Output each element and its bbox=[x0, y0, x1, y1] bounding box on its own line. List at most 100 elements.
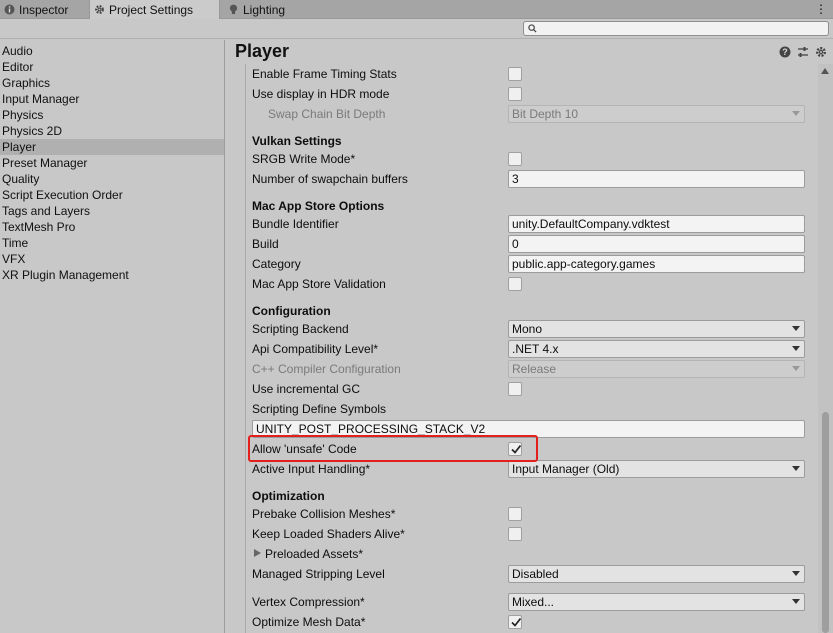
tab-lighting[interactable]: Lighting bbox=[224, 0, 296, 19]
checkmark-icon bbox=[511, 617, 522, 627]
setting-label: Optimize Mesh Data* bbox=[252, 615, 366, 629]
cpp-config-dropdown: Release bbox=[508, 360, 805, 378]
input-handling-row: Active Input Handling* Input Manager (Ol… bbox=[246, 459, 818, 479]
nav-item-physics-2d[interactable]: Physics 2D bbox=[0, 123, 224, 139]
optimize-mesh-checkbox[interactable] bbox=[508, 615, 522, 629]
setting-label: Swap Chain Bit Depth bbox=[268, 107, 386, 121]
scrollbar-thumb[interactable] bbox=[822, 412, 829, 633]
nav-item-tags-and-layers[interactable]: Tags and Layers bbox=[0, 203, 224, 219]
input-handling-dropdown[interactable]: Input Manager (Old) bbox=[508, 460, 805, 478]
settings-category-list: Audio Editor Graphics Input Manager Phys… bbox=[0, 40, 225, 633]
nav-item-script-execution-order[interactable]: Script Execution Order bbox=[0, 187, 224, 203]
setting-label: Active Input Handling* bbox=[252, 462, 371, 476]
scroll-up-arrow-icon[interactable] bbox=[821, 68, 829, 74]
dropdown-value: Input Manager (Old) bbox=[512, 462, 620, 476]
light-bulb-icon bbox=[229, 4, 238, 14]
chevron-down-icon bbox=[792, 346, 800, 351]
tab-bar: Inspector Project Settings Lighting ⋮ bbox=[0, 0, 833, 19]
mac-app-store-heading: Mac App Store Options bbox=[252, 199, 385, 213]
tab-inspector[interactable]: Inspector bbox=[0, 0, 88, 19]
dropdown-value: Bit Depth 10 bbox=[512, 107, 579, 121]
nav-item-xr-plugin-management[interactable]: XR Plugin Management bbox=[0, 267, 224, 283]
keep-shaders-row: Keep Loaded Shaders Alive* bbox=[246, 524, 818, 544]
srgb-write-checkbox[interactable] bbox=[508, 152, 522, 166]
stripping-level-dropdown[interactable]: Disabled bbox=[508, 565, 805, 583]
help-icon[interactable]: ? bbox=[779, 46, 791, 58]
search-input[interactable] bbox=[540, 22, 824, 35]
incremental-gc-row: Use incremental GC bbox=[246, 379, 818, 399]
tab-label: Project Settings bbox=[109, 2, 194, 17]
nav-item-audio[interactable]: Audio bbox=[0, 43, 224, 59]
nav-item-vfx[interactable]: VFX bbox=[0, 251, 224, 267]
cpp-config-row: C++ Compiler Configuration Release bbox=[246, 359, 818, 379]
use-hdr-checkbox[interactable] bbox=[508, 87, 522, 101]
more-options-icon[interactable]: ⋮ bbox=[815, 2, 827, 16]
swapchain-buffers-field[interactable]: 3 bbox=[508, 170, 805, 188]
define-symbols-label-row: Scripting Define Symbols bbox=[246, 399, 818, 419]
scripting-backend-row: Scripting Backend Mono bbox=[246, 319, 818, 339]
nav-item-textmesh-pro[interactable]: TextMesh Pro bbox=[0, 219, 224, 235]
nav-item-preset-manager[interactable]: Preset Manager bbox=[0, 155, 224, 171]
tab-label: Lighting bbox=[243, 2, 286, 17]
nav-item-quality[interactable]: Quality bbox=[0, 171, 224, 187]
prebake-checkbox[interactable] bbox=[508, 507, 522, 521]
swap-chain-depth-dropdown: Bit Depth 10 bbox=[508, 105, 805, 123]
preset-sliders-icon[interactable] bbox=[797, 46, 809, 58]
setting-label: Scripting Backend bbox=[252, 322, 349, 336]
use-hdr-row: Use display in HDR mode bbox=[246, 84, 818, 104]
setting-label: Prebake Collision Meshes* bbox=[252, 507, 396, 521]
nav-item-physics[interactable]: Physics bbox=[0, 107, 224, 123]
dropdown-value: Mixed... bbox=[512, 595, 555, 609]
setting-label: Keep Loaded Shaders Alive* bbox=[252, 527, 405, 541]
setting-label: Enable Frame Timing Stats bbox=[252, 67, 397, 81]
tab-label: Inspector bbox=[19, 2, 69, 17]
category-field[interactable]: public.app-category.games bbox=[508, 255, 805, 273]
info-icon bbox=[4, 4, 15, 15]
mac-validation-checkbox[interactable] bbox=[508, 277, 522, 291]
setting-label: C++ Compiler Configuration bbox=[252, 362, 401, 376]
svg-text:?: ? bbox=[782, 47, 788, 57]
nav-item-graphics[interactable]: Graphics bbox=[0, 75, 224, 91]
settings-gear-icon[interactable] bbox=[815, 46, 827, 58]
chevron-down-icon bbox=[792, 111, 800, 116]
nav-item-player[interactable]: Player bbox=[0, 139, 224, 155]
setting-label: Vertex Compression* bbox=[252, 595, 365, 609]
unsafe-code-row: Allow 'unsafe' Code bbox=[246, 439, 818, 459]
setting-label: Preloaded Assets* bbox=[265, 547, 364, 561]
define-symbols-field-row: UNITY_POST_PROCESSING_STACK_V2 bbox=[246, 419, 818, 439]
bundle-identifier-field[interactable]: unity.DefaultCompany.vdktest bbox=[508, 215, 805, 233]
unsafe-code-checkbox[interactable] bbox=[508, 442, 522, 456]
prebake-row: Prebake Collision Meshes* bbox=[246, 504, 818, 524]
chevron-down-icon bbox=[792, 599, 800, 604]
category-row: Category public.app-category.games bbox=[246, 254, 818, 274]
vertex-compression-dropdown[interactable]: Mixed... bbox=[508, 593, 805, 611]
keep-shaders-checkbox[interactable] bbox=[508, 527, 522, 541]
nav-item-input-manager[interactable]: Input Manager bbox=[0, 91, 224, 107]
vertical-scrollbar[interactable] bbox=[818, 64, 833, 633]
setting-label: Bundle Identifier bbox=[252, 217, 339, 231]
srgb-write-row: SRGB Write Mode* bbox=[246, 149, 818, 169]
nav-item-editor[interactable]: Editor bbox=[0, 59, 224, 75]
preloaded-assets-row[interactable]: Preloaded Assets* bbox=[246, 544, 818, 564]
setting-label: Use incremental GC bbox=[252, 382, 361, 396]
tab-project-settings[interactable]: Project Settings bbox=[89, 0, 220, 19]
build-field[interactable]: 0 bbox=[508, 235, 805, 253]
configuration-heading: Configuration bbox=[252, 304, 331, 318]
dropdown-value: Disabled bbox=[512, 567, 559, 581]
dropdown-value: .NET 4.x bbox=[512, 342, 559, 356]
checkmark-icon bbox=[511, 444, 522, 454]
setting-label: Scripting Define Symbols bbox=[252, 402, 387, 416]
api-level-dropdown[interactable]: .NET 4.x bbox=[508, 340, 805, 358]
chevron-down-icon bbox=[792, 466, 800, 471]
panel-header: Player ? bbox=[226, 40, 833, 64]
swap-chain-depth-row: Swap Chain Bit Depth Bit Depth 10 bbox=[246, 104, 818, 124]
stripping-level-row: Managed Stripping Level Disabled bbox=[246, 564, 818, 584]
scripting-backend-dropdown[interactable]: Mono bbox=[508, 320, 805, 338]
search-box bbox=[523, 21, 829, 36]
chevron-down-icon bbox=[792, 571, 800, 576]
nav-item-time[interactable]: Time bbox=[0, 235, 224, 251]
enable-frame-timing-checkbox[interactable] bbox=[508, 67, 522, 81]
foldout-arrow-icon[interactable] bbox=[254, 549, 261, 557]
define-symbols-field[interactable]: UNITY_POST_PROCESSING_STACK_V2 bbox=[252, 420, 805, 438]
incremental-gc-checkbox[interactable] bbox=[508, 382, 522, 396]
